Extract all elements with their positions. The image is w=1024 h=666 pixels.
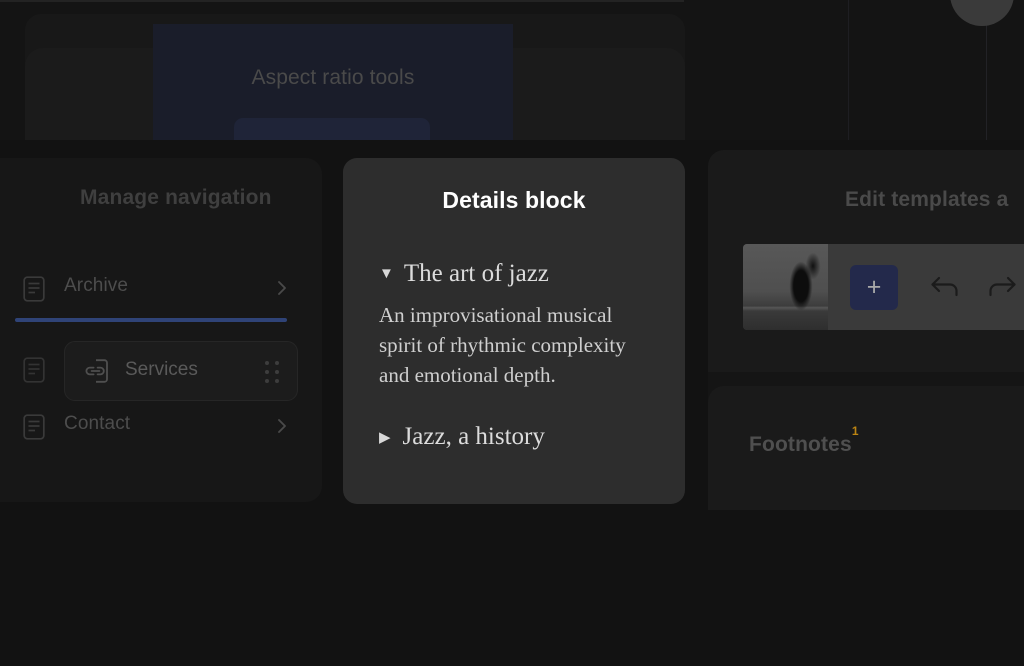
- undo-arrow-icon[interactable]: [929, 272, 961, 302]
- details-block-title: Details block: [343, 187, 685, 214]
- details-summary-label: Jazz, a history: [403, 423, 545, 450]
- aspect-ratio-cta-button[interactable]: [234, 118, 430, 140]
- document-icon: [23, 357, 45, 383]
- details-summary-open[interactable]: ▼ The art of jazz: [379, 260, 549, 288]
- edit-templates-title: Edit templates a: [845, 188, 1008, 212]
- drag-drop-indicator: [15, 318, 287, 322]
- image-thumbnail[interactable]: [743, 244, 828, 330]
- dragging-nav-item-label: Services: [125, 359, 198, 381]
- sidebar-item-archive[interactable]: Archive: [20, 267, 290, 311]
- add-button[interactable]: +: [850, 265, 898, 310]
- document-icon: [23, 276, 45, 302]
- aspect-ratio-title: Aspect ratio tools: [153, 66, 513, 90]
- chevron-right-icon[interactable]: [274, 277, 290, 299]
- avatar-circle-icon[interactable]: [950, 0, 1014, 26]
- details-summary-label: The art of jazz: [404, 260, 549, 287]
- vertical-divider-left: [848, 0, 849, 140]
- add-button-label: +: [850, 265, 898, 310]
- top-toolbar-strip: Aspect ratio tools: [0, 0, 1024, 140]
- redo-arrow-icon[interactable]: [986, 272, 1018, 302]
- top-divider: [0, 0, 684, 2]
- footnotes-text: Footnotes: [749, 433, 852, 456]
- document-icon: [23, 414, 45, 440]
- drag-handle-icon[interactable]: [265, 361, 279, 383]
- details-summary-closed[interactable]: ▶ Jazz, a history: [379, 423, 545, 451]
- sidebar-item-label: Contact: [64, 413, 130, 435]
- footnote-marker[interactable]: 1: [852, 424, 859, 438]
- footnotes-title: Footnotes1: [749, 432, 859, 457]
- chevron-right-icon[interactable]: [274, 415, 290, 437]
- triangle-right-icon: ▶: [379, 430, 391, 446]
- dragging-nav-item-card[interactable]: Services: [64, 341, 298, 401]
- template-editor-toolbar: +: [743, 244, 1024, 330]
- link-square-icon: [83, 358, 109, 384]
- sidebar-item-contact[interactable]: Contact: [20, 405, 290, 449]
- details-block-card: Details block ▼ The art of jazz An improv…: [343, 158, 685, 504]
- triangle-down-icon: ▼: [379, 266, 394, 282]
- manage-navigation-title: Manage navigation: [80, 186, 272, 210]
- details-body-text: An improvisational musical spirit of rhy…: [379, 300, 653, 390]
- sidebar-item-label: Archive: [64, 275, 128, 297]
